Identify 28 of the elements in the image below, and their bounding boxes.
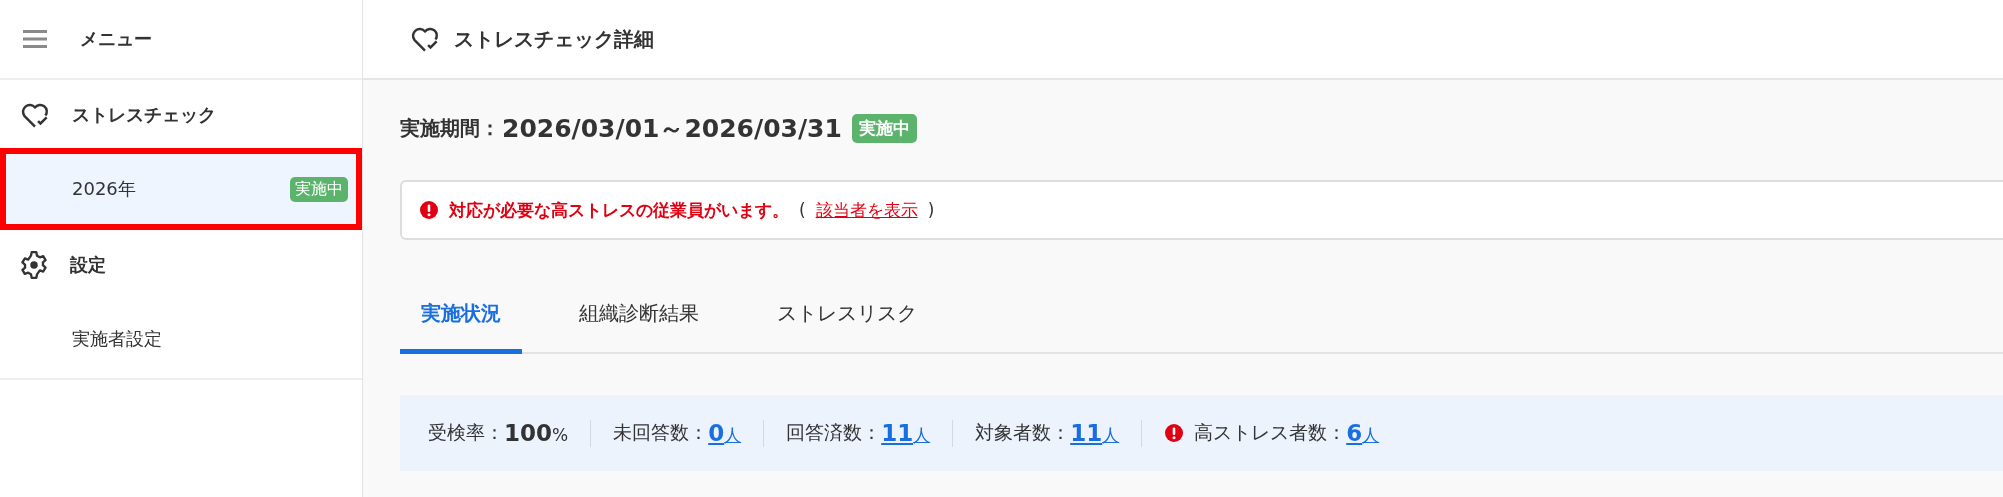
section-title: ストレスチェック <box>72 103 216 127</box>
menu-title: メニュー <box>80 27 152 51</box>
heart-check-icon <box>20 101 50 129</box>
sidebar-item[interactable]: 2026年 実施中 <box>0 150 362 230</box>
period-label: 実施期間： <box>400 114 500 142</box>
tab[interactable]: ストレスリスク <box>756 282 938 354</box>
page-title: ストレスチェック詳細 <box>454 25 654 53</box>
stat-label: 回答済数： <box>786 420 882 445</box>
gear-icon <box>20 251 48 279</box>
stat-value: 100% <box>504 420 569 446</box>
menu-icon <box>20 27 50 51</box>
tab[interactable]: 実施状況 <box>400 282 522 354</box>
stat-label: 未回答数： <box>613 420 709 445</box>
stat-label: 高ストレス者数： <box>1194 420 1347 445</box>
paren-text: ( <box>799 200 806 220</box>
period-dates: 2026/03/01～2026/03/31 <box>502 112 842 145</box>
tab[interactable]: 組織診断結果 <box>558 282 720 354</box>
section-title: 設定 <box>70 253 106 277</box>
show-link[interactable]: 該当者を表示 <box>815 198 918 222</box>
stat-label: 対象者数： <box>975 420 1071 445</box>
warning-icon <box>419 200 439 220</box>
heart-check-icon <box>410 25 440 53</box>
status-badge: 実施中 <box>290 176 348 202</box>
sidebar-item[interactable]: 実施者設定 <box>0 300 362 380</box>
status-badge: 実施中 <box>851 113 917 143</box>
paren-text: ) <box>927 200 935 220</box>
alert-message: 対応が必要な高ストレスの従業員がいます。 <box>449 198 789 222</box>
stat-label: 受検率： <box>428 420 504 445</box>
